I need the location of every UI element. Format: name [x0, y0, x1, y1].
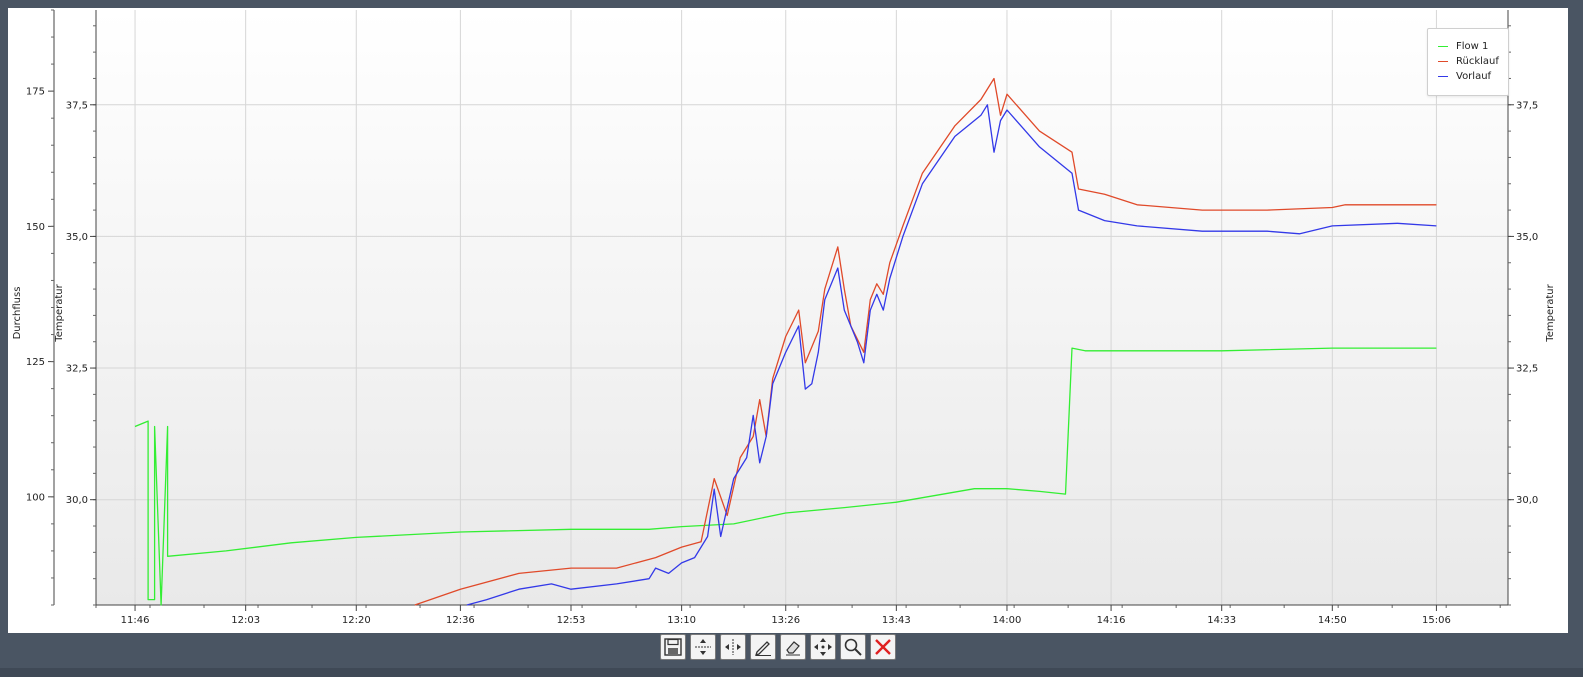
- close-icon: [875, 639, 891, 655]
- y-left-tick-label: 125: [26, 357, 45, 368]
- y-axis-temp-title: Temperatur: [54, 283, 65, 342]
- magnify-icon: [844, 638, 862, 656]
- x-tick-label: 14:00: [993, 615, 1022, 626]
- y-temp-tick-label: 30,0: [66, 495, 88, 506]
- legend-swatch: [1438, 45, 1448, 47]
- y-temp-tick-label: 35,0: [66, 232, 88, 243]
- erase-button[interactable]: [780, 634, 806, 660]
- x-tick-label: 12:53: [557, 615, 586, 626]
- chart-toolbar: [660, 634, 896, 664]
- legend-item-ruecklauf: Rücklauf: [1438, 54, 1499, 68]
- y-axis-left-title: Durchfluss: [12, 287, 23, 340]
- edit-icon: [754, 641, 771, 657]
- y-right-tick-label: 35,0: [1516, 232, 1538, 243]
- legend-swatch: [1438, 60, 1448, 62]
- x-tick-label: 14:50: [1318, 615, 1347, 626]
- save-icon: [664, 638, 682, 656]
- app-window: 11:46 12:03 12:20 12:36 12:53 13:10 13:26 13:43…: [0, 0, 1583, 677]
- x-tick-label: 13:26: [771, 615, 800, 626]
- legend-label: Rücklauf: [1456, 55, 1499, 67]
- x-tick-label: 12:20: [342, 615, 371, 626]
- y-temp-tick-label: 37,5: [66, 100, 88, 111]
- y-left-tick-label: 150: [26, 222, 45, 233]
- y-temp-tick-label: 32,5: [66, 364, 88, 375]
- pan-button[interactable]: [810, 634, 836, 660]
- magnify-button[interactable]: [840, 634, 866, 660]
- plot-area: [96, 10, 1508, 605]
- y-left-tick-label: 175: [26, 87, 45, 98]
- legend-swatch: [1438, 75, 1448, 77]
- close-button[interactable]: [870, 634, 896, 660]
- legend-label: Vorlauf: [1456, 70, 1492, 82]
- x-tick-label: 13:10: [667, 615, 696, 626]
- erase-icon: [786, 641, 800, 656]
- zoom-vertical-button[interactable]: [690, 634, 716, 660]
- y-right-tick-label: 30,0: [1516, 495, 1538, 506]
- zoom-horizontal-icon: [725, 639, 741, 655]
- chart: 11:46 12:03 12:20 12:36 12:53 13:10 13:26 13:43…: [12, 9, 1556, 626]
- edit-button[interactable]: [750, 634, 776, 660]
- x-tick-label: 15:06: [1422, 615, 1451, 626]
- y-axis-right-title: Temperatur: [1545, 283, 1556, 342]
- y-right-tick-label: 37,5: [1516, 100, 1538, 111]
- x-tick-label: 11:46: [121, 615, 150, 626]
- x-tick-label: 12:03: [231, 615, 260, 626]
- legend-item-vorlauf: Vorlauf: [1438, 69, 1491, 83]
- y-left-tick-label: 100: [26, 492, 45, 503]
- save-button[interactable]: [660, 634, 686, 660]
- x-tick-label: 14:16: [1097, 615, 1126, 626]
- y-right-tick-label: 32,5: [1516, 364, 1538, 375]
- zoom-vertical-icon: [695, 639, 711, 655]
- legend: Flow 1 Rücklauf Vorlauf: [1427, 28, 1509, 96]
- chart-panel: 11:46 12:03 12:20 12:36 12:53 13:10 13:26 13:43…: [8, 8, 1568, 633]
- status-strip: [0, 668, 1583, 677]
- x-tick-label: 14:33: [1207, 615, 1236, 626]
- x-tick-label: 12:36: [446, 615, 475, 626]
- pan-icon: [814, 638, 832, 656]
- legend-item-flow-1: Flow 1: [1438, 39, 1488, 53]
- legend-label: Flow 1: [1456, 40, 1489, 52]
- zoom-horizontal-button[interactable]: [720, 634, 746, 660]
- x-tick-label: 13:43: [882, 615, 911, 626]
